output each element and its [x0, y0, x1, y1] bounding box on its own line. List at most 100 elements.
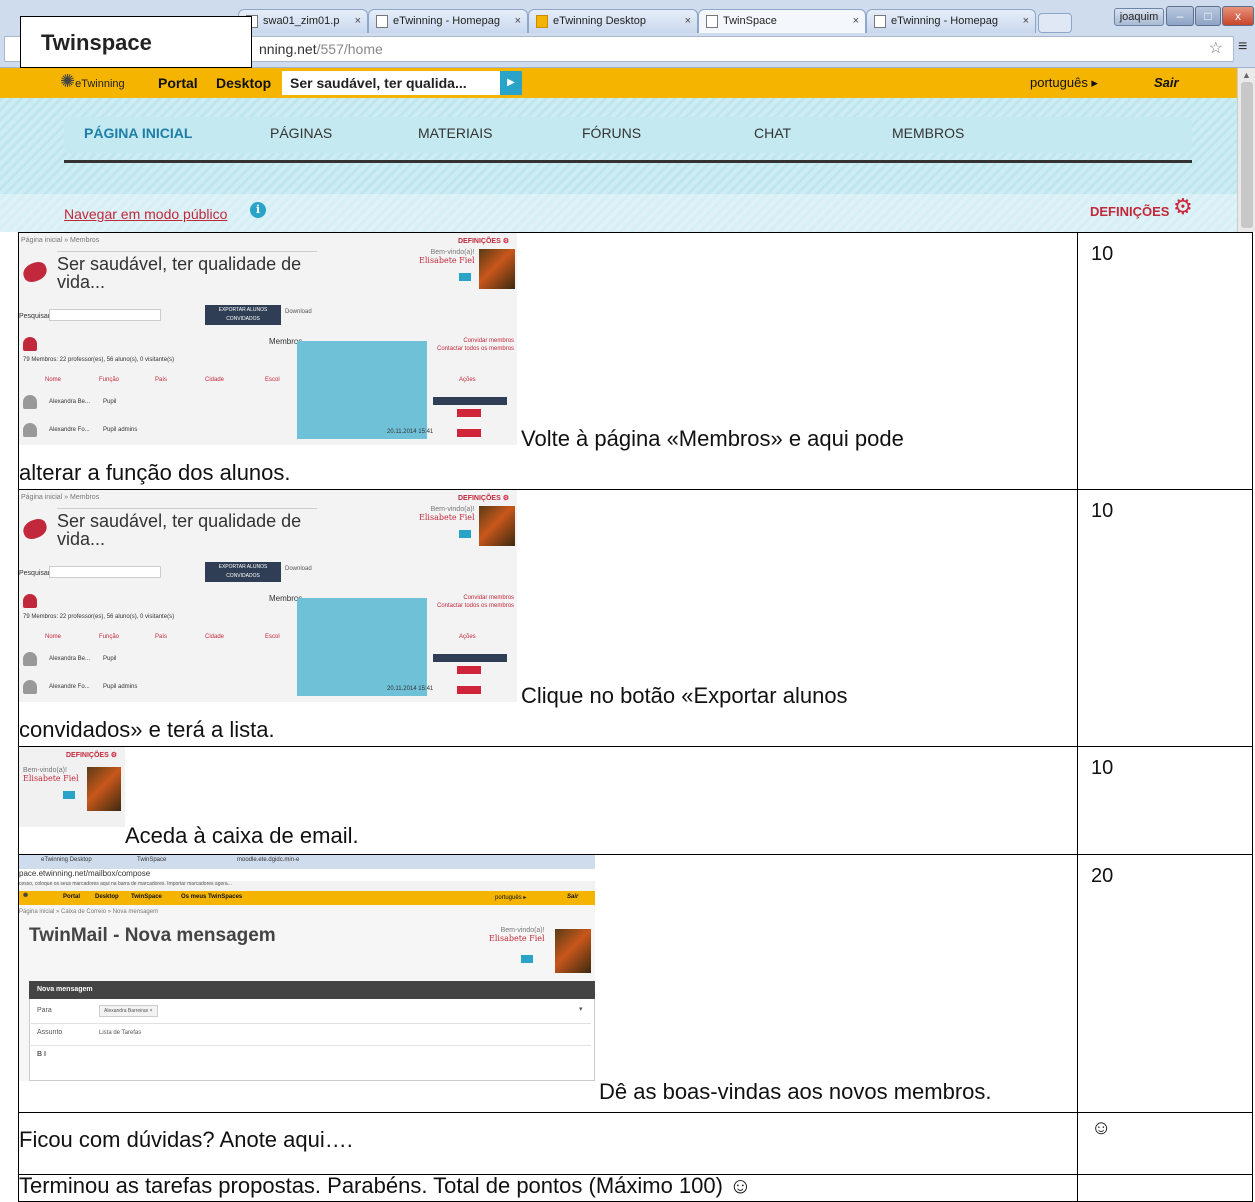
tab-label: eTwinning Desktop — [553, 15, 646, 27]
maximize-icon[interactable]: □ — [1195, 6, 1221, 26]
breadcrumb: Página inicial » Membros — [21, 494, 100, 501]
invite-links: Convidar membros Contactar todos os membr… — [437, 595, 515, 609]
search-input — [49, 309, 161, 321]
close-icon[interactable]: × — [1023, 10, 1029, 33]
delete-button — [457, 666, 481, 674]
col-header: Função — [99, 634, 120, 640]
delete-button — [457, 409, 481, 417]
new-tab-button[interactable] — [1038, 13, 1072, 33]
task-description: alterar a função dos alunos. — [19, 460, 291, 485]
nav-pages[interactable]: PÁGINAS — [270, 125, 332, 141]
member-role: Pupil — [103, 399, 117, 405]
avatar — [555, 929, 591, 973]
nav-chat[interactable]: CHAT — [754, 125, 791, 141]
task-table: Página inicial » Membros DEFINIÇÕES ⚙ Se… — [18, 232, 1253, 1202]
nav-members[interactable]: MEMBROS — [892, 125, 964, 141]
minimize-icon[interactable]: – — [1166, 6, 1194, 26]
etwinning-logo[interactable]: ✺eTwinning — [60, 71, 125, 92]
column-divider — [1077, 490, 1078, 746]
close-window-icon[interactable]: x — [1222, 6, 1254, 26]
breadcrumb: Página inicial » Membros — [21, 237, 100, 244]
delete-button — [457, 686, 481, 694]
browser-tab[interactable]: swa01_zim01.p × — [238, 9, 368, 33]
browser-tab[interactable]: eTwinning - Homepag × — [866, 9, 1036, 33]
scroll-up-icon[interactable]: ▲ — [1242, 70, 1251, 80]
twinspace-selector[interactable]: Ser saudável, ter qualida... — [282, 71, 500, 95]
space-title: Ser saudável, ter qualidade de vida... — [57, 254, 302, 292]
tab-label: eTwinning - Homepag — [891, 15, 999, 27]
col-header: Nome — [45, 377, 62, 383]
column-divider — [1077, 747, 1078, 854]
nav-forums[interactable]: FÓRUNS — [582, 125, 641, 141]
export-button: EXPORTAR ALUNOS CONVIDADOS — [205, 562, 281, 582]
top-bar: ✺eTwinning Portal Desktop Ser saudável, … — [0, 68, 1237, 98]
browser-tab[interactable]: eTwinning Desktop × — [528, 9, 698, 33]
user-icon — [23, 395, 37, 409]
settings-label: DEFINIÇÕES ⚙ — [65, 752, 117, 759]
portal-link[interactable]: Portal — [158, 75, 198, 91]
member-counts: 79 Membros: 22 professor(es), 56 aluno(s… — [23, 614, 175, 620]
task-points: 20 — [1091, 865, 1114, 887]
desktop-link[interactable]: Desktop — [216, 75, 271, 91]
welcome-box: Bem-vindo(a)! Elisabete Fiel — [419, 506, 475, 522]
tab-label: swa01_zim01.p — [263, 15, 340, 27]
task-description: convidados» e terá a lista. — [19, 717, 275, 742]
col-header: Cidade — [205, 634, 225, 640]
member-name: Alexandra Be... — [49, 656, 91, 662]
avatar — [479, 506, 515, 546]
nav-materials[interactable]: MATERIAIS — [418, 125, 492, 141]
public-mode-link[interactable]: Navegar em modo público — [64, 206, 227, 222]
scrollbar-thumb[interactable] — [1241, 82, 1253, 228]
language-selector[interactable]: português ▸ — [1030, 75, 1098, 91]
task-row: Página inicial » Membros DEFINIÇÕES ⚙ Se… — [18, 232, 1253, 489]
search-input — [49, 566, 161, 578]
breadcrumb: Página inicial » Caixa de Correio » Nova… — [19, 909, 159, 915]
settings-label: DEFINIÇÕES ⚙ — [457, 238, 509, 245]
export-button: EXPORTAR ALUNOS CONVIDADOS — [205, 305, 281, 325]
col-header: Escol — [265, 377, 280, 383]
mail-icon — [459, 530, 471, 538]
welcome-box: Bem-vindo(a)! Elisabete Fiel — [489, 927, 545, 943]
col-header: Nome — [45, 634, 62, 640]
etwinning-page: ✺eTwinning Portal Desktop Ser saudável, … — [0, 68, 1237, 232]
settings-link[interactable]: DEFINIÇÕES — [1090, 204, 1169, 219]
browser-tab[interactable]: eTwinning - Homepag × — [368, 9, 528, 33]
browser-tab-active[interactable]: TwinSpace × — [698, 9, 866, 33]
main-nav: PÁGINA INICIAL PÁGINAS MATERIAIS FÓRUNS … — [64, 117, 1192, 153]
member-date: 20.11.2014 15:41 — [387, 686, 434, 692]
nav-home[interactable]: PÁGINA INICIAL — [84, 125, 192, 141]
task-description: Aceda à caixa de email. — [125, 823, 359, 848]
bookmark-star-icon[interactable]: ☆ — [1209, 37, 1223, 61]
play-arrow-icon[interactable]: ▶ — [500, 71, 522, 95]
field-divider — [31, 1023, 591, 1024]
col-header: Ações — [459, 377, 476, 383]
nav-divider — [64, 160, 1192, 163]
document-icon — [376, 15, 388, 28]
close-icon[interactable]: × — [355, 10, 361, 33]
member-date: 20.11.2014 15:41 — [387, 429, 434, 435]
scrollbar[interactable]: ▲ — [1237, 68, 1255, 232]
user-icon — [23, 423, 37, 437]
close-icon[interactable]: × — [685, 10, 691, 33]
document-icon — [706, 15, 718, 28]
field-divider — [31, 1045, 591, 1046]
members-screenshot: Página inicial » Membros DEFINIÇÕES ⚙ Se… — [19, 233, 517, 445]
task-points: 10 — [1091, 757, 1114, 779]
twinmail-screenshot: eTwinning Desktop TwinSpace moodle.ete.d… — [19, 855, 595, 1081]
info-icon[interactable]: i — [250, 202, 266, 218]
download-link: Download — [285, 309, 312, 315]
to-label: Para — [37, 1007, 52, 1014]
close-icon[interactable]: × — [515, 10, 521, 33]
logout-link[interactable]: Sair — [1154, 75, 1179, 90]
tab-label: TwinSpace — [723, 15, 777, 27]
profile-badge[interactable]: joaquim — [1114, 8, 1164, 26]
close-icon[interactable]: × — [853, 10, 859, 33]
column-divider — [1077, 855, 1078, 1112]
document-title: Twinspace — [20, 16, 252, 68]
twinmail-title: TwinMail - Nova mensagem — [29, 925, 276, 946]
column-divider — [1077, 1175, 1078, 1201]
gear-icon[interactable]: ⚙ — [1173, 196, 1193, 218]
col-header: Função — [99, 377, 120, 383]
space-title: Ser saudável, ter qualidade de vida... — [57, 511, 302, 549]
menu-icon[interactable]: ≡ — [1238, 38, 1247, 56]
